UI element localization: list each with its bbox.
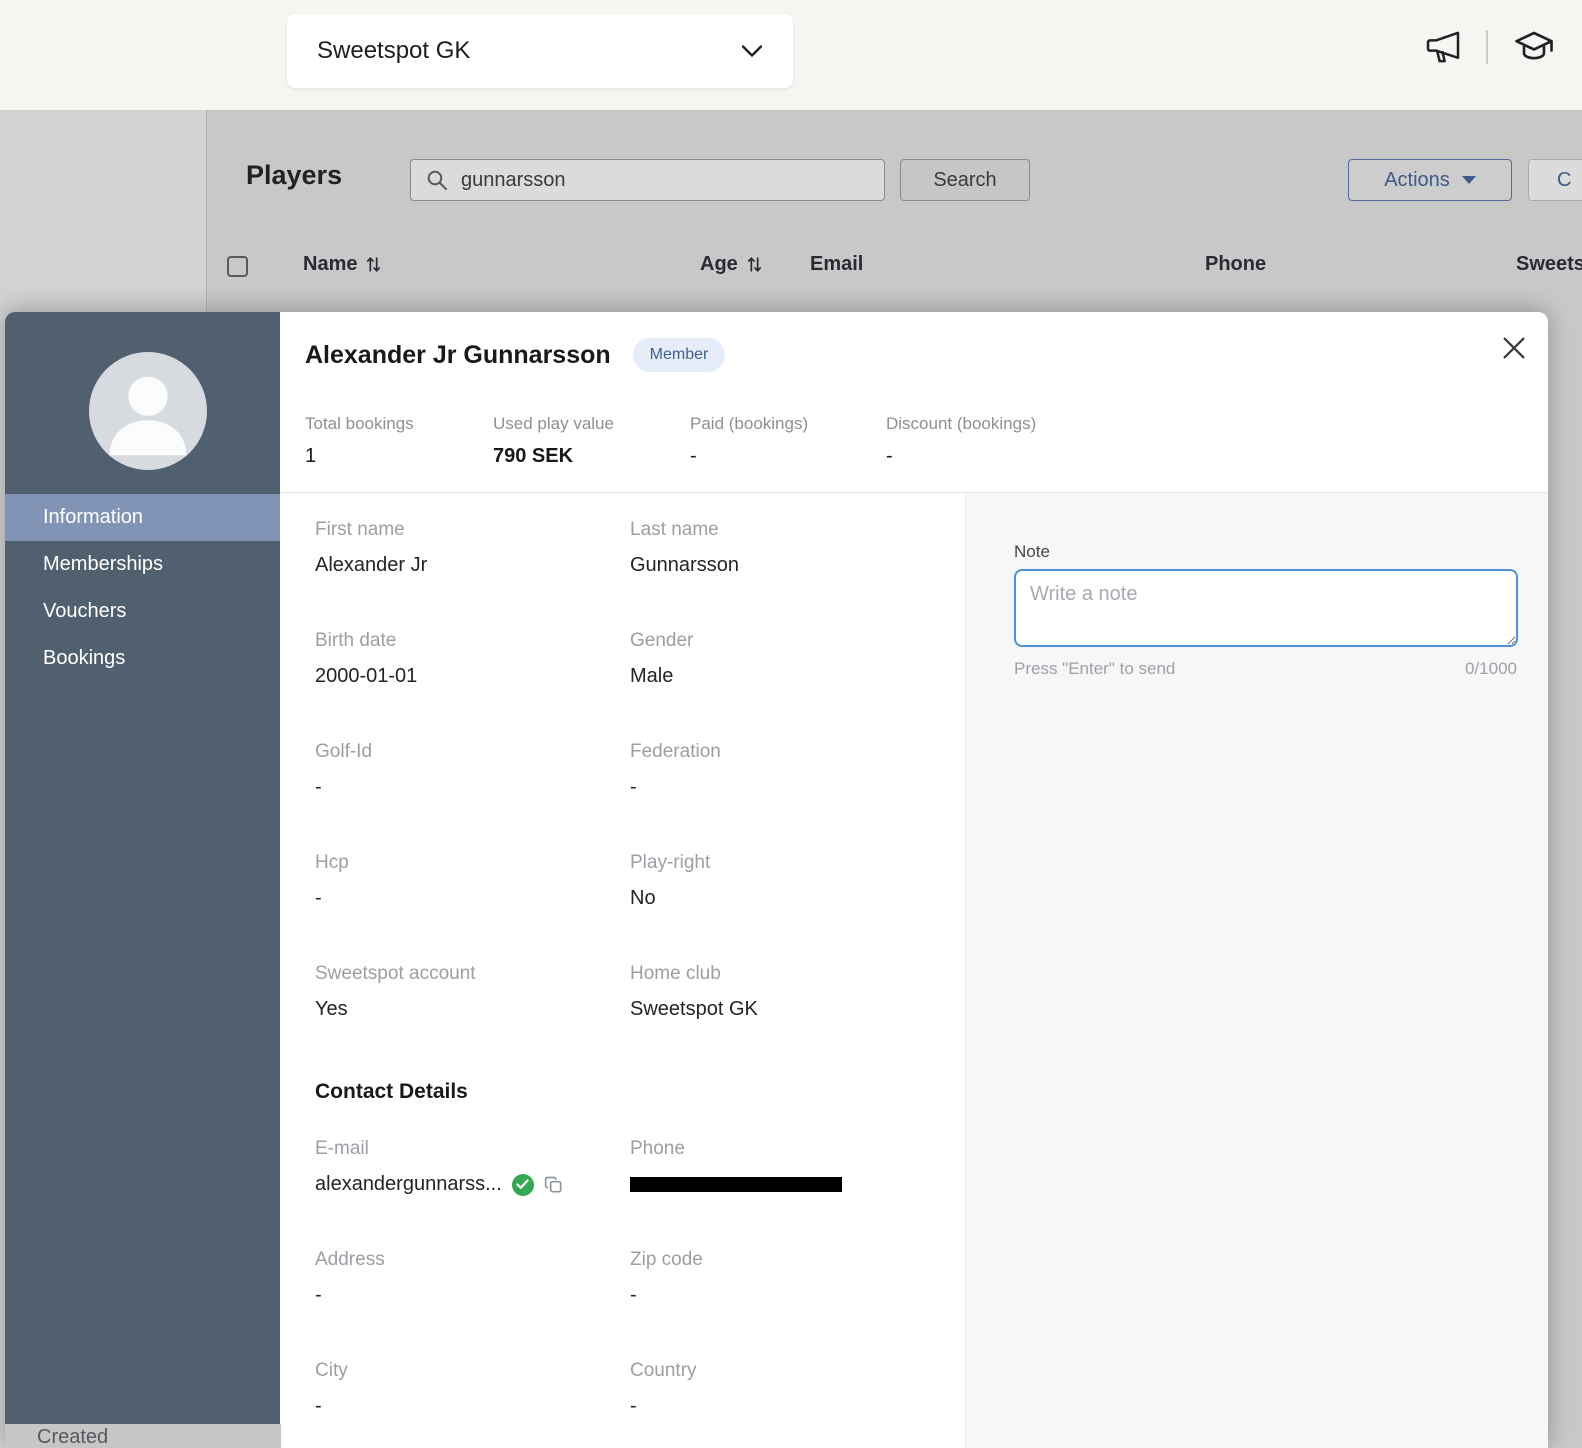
nav-item-memberships[interactable]: Memberships [5, 541, 280, 588]
field-last-name: Last name Gunnarsson [630, 519, 955, 577]
field-value: Male [630, 665, 955, 688]
phone-redacted-value [630, 1177, 842, 1192]
member-badge: Member [633, 338, 726, 372]
email-value: alexandergunnarss... [315, 1173, 502, 1196]
player-header: Alexander Jr Gunnarsson Member [305, 338, 725, 372]
stat-discount-bookings: Discount (bookings) - [886, 414, 1036, 468]
field-sweetspot-account: Sweetspot account Yes [315, 963, 630, 1021]
field-home-club: Home club Sweetspot GK [630, 963, 955, 1021]
megaphone-icon[interactable] [1422, 27, 1464, 67]
close-icon[interactable] [1498, 332, 1530, 364]
field-golf-id: Golf-Id - [315, 741, 630, 799]
field-hcp: Hcp - [315, 852, 630, 910]
field-label: Play-right [630, 852, 955, 874]
field-value: - [630, 776, 955, 799]
field-label: City [315, 1360, 630, 1382]
nav-item-information[interactable]: Information [5, 494, 280, 541]
screen: Sweetspot GK Play [0, 0, 1582, 1448]
note-hint: Press "Enter" to send [1014, 659, 1175, 679]
graduation-cap-icon[interactable] [1510, 26, 1558, 68]
email-value-row: alexandergunnarss... [315, 1173, 630, 1196]
field-label: Sweetspot account [315, 963, 630, 985]
player-avatar [89, 352, 207, 470]
player-name-title: Alexander Jr Gunnarsson [305, 341, 611, 370]
field-value: Sweetspot GK [630, 998, 955, 1021]
stat-total-bookings: Total bookings 1 [305, 414, 493, 468]
field-label: Zip code [630, 1249, 955, 1271]
stat-value: - [886, 445, 1036, 468]
field-label: Golf-Id [315, 741, 630, 763]
field-label: Phone [630, 1138, 955, 1160]
field-label: Country [630, 1360, 955, 1382]
field-play-right: Play-right No [630, 852, 955, 910]
stat-used-play-value: Used play value 790 SEK [493, 414, 690, 468]
player-information-form: First name Alexander Jr Last name Gunnar… [315, 519, 955, 1448]
copy-icon[interactable] [544, 1175, 564, 1195]
field-value: - [315, 1284, 630, 1307]
field-address: Address - [315, 1249, 630, 1307]
player-fields-grid: First name Alexander Jr Last name Gunnar… [315, 519, 955, 1074]
topbar-icon-group [1422, 26, 1558, 68]
player-details-modal: Information Memberships Vouchers Booking… [5, 312, 1548, 1448]
contact-details-heading: Contact Details [315, 1080, 955, 1104]
field-label: Federation [630, 741, 955, 763]
player-modal-main: Alexander Jr Gunnarsson Member Total boo… [280, 312, 1548, 1448]
note-char-counter: 0/1000 [1465, 659, 1517, 679]
field-zip-code: Zip code - [630, 1249, 955, 1307]
stat-value: - [690, 445, 886, 468]
field-city: City - [315, 1360, 630, 1418]
field-label: Gender [630, 630, 955, 652]
note-input[interactable] [1014, 569, 1518, 647]
field-value: - [630, 1395, 955, 1418]
field-label: Birth date [315, 630, 630, 652]
field-label: First name [315, 519, 630, 541]
topbar-icon-divider [1486, 30, 1488, 64]
field-value: Gunnarsson [630, 554, 955, 577]
stat-label: Discount (bookings) [886, 414, 1036, 434]
club-selector-dropdown[interactable]: Sweetspot GK [287, 14, 793, 88]
field-value: - [315, 776, 630, 799]
nav-item-vouchers[interactable]: Vouchers [5, 588, 280, 635]
stat-paid-bookings: Paid (bookings) - [690, 414, 886, 468]
player-modal-nav: Information Memberships Vouchers Booking… [5, 494, 280, 682]
player-stats-row: Total bookings 1 Used play value 790 SEK… [305, 414, 1036, 468]
field-value: No [630, 887, 955, 910]
field-federation: Federation - [630, 741, 955, 799]
field-value: Yes [315, 998, 630, 1021]
field-first-name: First name Alexander Jr [315, 519, 630, 577]
contact-fields-grid: E-mail alexandergunnarss... Phon [315, 1138, 955, 1448]
field-label: Address [315, 1249, 630, 1271]
field-label: Last name [630, 519, 955, 541]
player-modal-sidebar: Information Memberships Vouchers Booking… [5, 312, 280, 1448]
stat-value: 1 [305, 445, 493, 468]
club-selector-label: Sweetspot GK [317, 37, 470, 65]
chevron-down-icon [741, 44, 763, 58]
field-label: E-mail [315, 1138, 630, 1160]
field-country: Country - [630, 1360, 955, 1418]
field-value: Alexander Jr [315, 554, 630, 577]
check-circle-icon [512, 1174, 534, 1196]
stat-label: Paid (bookings) [690, 414, 886, 434]
field-value: 2000-01-01 [315, 665, 630, 688]
field-phone: Phone [630, 1138, 955, 1196]
stat-label: Used play value [493, 414, 690, 434]
field-value: - [315, 887, 630, 910]
nav-item-bookings[interactable]: Bookings [5, 635, 280, 682]
note-label: Note [1014, 542, 1050, 562]
field-label: Home club [630, 963, 955, 985]
field-value: - [630, 1284, 955, 1307]
column-header-created-partial: Created [5, 1424, 281, 1448]
field-birth-date: Birth date 2000-01-01 [315, 630, 630, 688]
note-panel: Note Press "Enter" to send 0/1000 [965, 493, 1548, 1448]
field-label: Hcp [315, 852, 630, 874]
stat-label: Total bookings [305, 414, 493, 434]
field-gender: Gender Male [630, 630, 955, 688]
stat-value: 790 SEK [493, 445, 690, 468]
field-email: E-mail alexandergunnarss... [315, 1138, 630, 1196]
field-value: - [315, 1395, 630, 1418]
topbar: Sweetspot GK [0, 0, 1582, 110]
